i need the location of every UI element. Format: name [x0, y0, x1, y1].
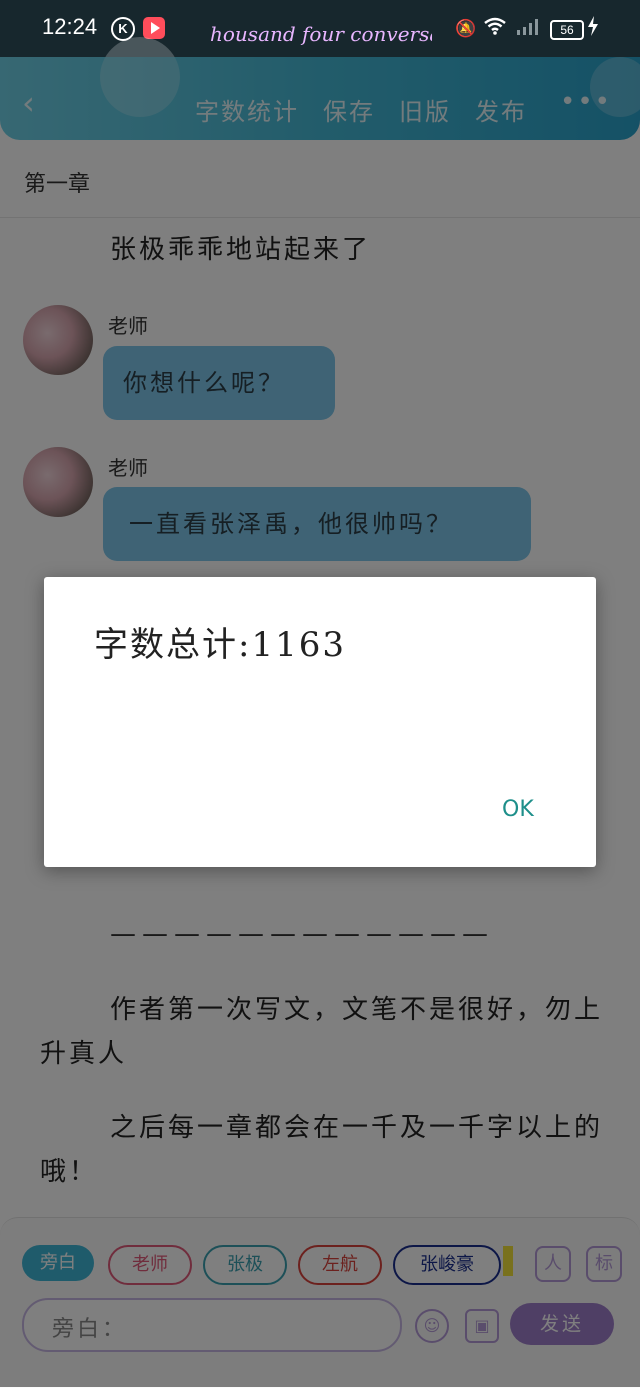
ok-button[interactable]: OK [502, 797, 534, 822]
word-count-message: 字数总计:1163 [94, 625, 346, 665]
bell-muted-icon: 🔕 [455, 19, 477, 39]
wifi-icon [483, 16, 507, 41]
word-count-dialog: 字数总计:1163 OK [44, 577, 596, 867]
signal-icon [516, 18, 540, 41]
status-marquee-text: housand four conversa [210, 22, 432, 46]
video-app-icon [143, 17, 165, 39]
status-bar: 12:24 K housand four conversa 🔕 56 [0, 0, 640, 57]
charging-icon [587, 16, 599, 41]
battery-icon: 56 [550, 20, 584, 40]
status-time: 12:24 [42, 14, 98, 39]
